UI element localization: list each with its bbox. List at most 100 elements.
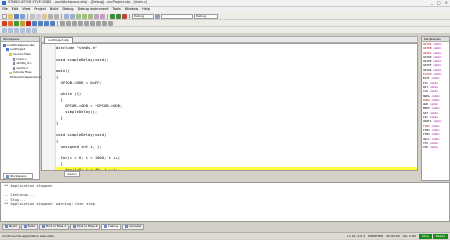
find-icon[interactable] — [64, 13, 69, 19]
memory-icon[interactable] — [66, 20, 71, 26]
save-all-icon[interactable] — [20, 13, 25, 19]
file-icon — [13, 62, 16, 66]
toolbar-views — [0, 27, 450, 34]
cascade-icon[interactable] — [20, 27, 25, 33]
menu-view[interactable]: View — [22, 7, 30, 11]
menu-debug[interactable]: Debug — [62, 7, 73, 11]
folder-icon — [9, 53, 12, 56]
output-panel[interactable]: ** Application stopped. -- Continue... -… — [0, 182, 450, 222]
registers-icon[interactable] — [72, 20, 77, 26]
paste-icon[interactable] — [42, 13, 47, 19]
tile-icon[interactable] — [26, 27, 31, 33]
output-view-icon[interactable] — [8, 27, 13, 33]
bookmark-icon[interactable] — [76, 13, 81, 19]
next-bookmark-icon[interactable] — [82, 13, 87, 19]
editor-tabs: main.c — [64, 171, 81, 177]
status-bar: Continue the application execution Ln 21… — [0, 232, 450, 239]
minimize-button[interactable]: _ — [431, 1, 433, 5]
dropdown-icon[interactable] — [155, 13, 160, 19]
stop-build-icon[interactable] — [122, 13, 127, 19]
stop-debug-icon[interactable] — [8, 20, 13, 26]
editor-window-title[interactable]: ourProject.stp — [44, 36, 73, 43]
tab-find-in-files-1[interactable]: Find in Files 1 — [38, 223, 70, 230]
app-icon — [2, 1, 6, 5]
peripherals-panel: Peripherals GPIOA <ahb> GPIOB <ahb> GPIOC … — [421, 36, 450, 181]
target-select[interactable] — [161, 13, 193, 19]
run-to-cursor-icon[interactable] — [50, 20, 55, 26]
unindent-icon[interactable] — [100, 13, 105, 19]
menu-project[interactable]: Project — [34, 7, 46, 11]
editor-window-bar: ourProject.stp — [41, 36, 418, 43]
cut-icon[interactable] — [30, 13, 35, 19]
step-over-icon[interactable] — [38, 20, 43, 26]
step-into-icon[interactable] — [32, 20, 37, 26]
menu-edit[interactable]: Edit — [12, 7, 19, 11]
break-icon[interactable] — [26, 20, 31, 26]
maximize-button[interactable]: □ — [437, 1, 441, 5]
reset-icon[interactable] — [20, 20, 25, 26]
close-button[interactable]: × — [445, 1, 448, 5]
fullscreen-icon[interactable] — [14, 27, 19, 33]
watch-icon[interactable] — [60, 20, 65, 26]
tab-debug[interactable]: Debug — [101, 223, 122, 230]
peripherals-icon[interactable] — [90, 20, 95, 26]
disassembly-icon[interactable] — [78, 20, 83, 26]
clock: 00:00:00 — [386, 233, 400, 238]
edit-mode: MODIFIED — [368, 233, 384, 238]
menu-tools[interactable]: Tools — [112, 7, 120, 11]
menu-file[interactable]: File — [2, 7, 8, 11]
rebuild-icon[interactable] — [116, 13, 121, 19]
file-icon — [13, 57, 16, 61]
code-line[interactable]: for(j=0; j < 40; j ++); — [56, 166, 417, 170]
start-debug-icon[interactable] — [2, 20, 7, 26]
redo-icon[interactable] — [54, 13, 59, 19]
project-icon — [6, 48, 9, 52]
workspace-tab-icon — [6, 174, 9, 178]
copy-icon[interactable] — [36, 13, 41, 19]
menu-debug-instrument[interactable]: Debug instrument — [78, 7, 109, 11]
code-editor[interactable]: #include "stm8s.h" void simpleDelay(void)… — [41, 43, 418, 171]
indent-icon[interactable] — [94, 13, 99, 19]
tab-console[interactable]: Console — [122, 223, 145, 230]
output-tabs: Build Tools Find in Files 1 Find in File… — [0, 222, 450, 231]
undo-icon[interactable] — [48, 13, 53, 19]
prev-bookmark-icon[interactable] — [88, 13, 93, 19]
menu-help[interactable]: Help — [142, 7, 150, 11]
variables-icon[interactable] — [102, 20, 107, 26]
stop-status-badge: Stop — [418, 233, 432, 239]
workspace-panel: Workspace ourWorkspace.stw ourProject So… — [0, 36, 45, 180]
open-folder-icon[interactable] — [8, 13, 13, 19]
title-bar: STM8CUSTOM STVP-GDBS - (ourWorkspace.stw… — [0, 0, 450, 7]
tab-build[interactable]: Build — [2, 223, 20, 230]
menu-window[interactable]: Window — [125, 7, 138, 11]
run-icon[interactable] — [14, 20, 19, 26]
trace-icon[interactable] — [108, 20, 113, 26]
step-out-icon[interactable] — [44, 20, 49, 26]
project-tree: ourWorkspace.stw ourProject Source Files… — [1, 42, 45, 80]
workspace-icon — [3, 43, 6, 47]
toolbar-standard: Debug Debug — [0, 13, 450, 20]
version: Ver. 5.00 — [402, 233, 416, 238]
menu-build[interactable]: Build — [50, 7, 59, 11]
call-stack-icon[interactable] — [84, 20, 89, 26]
find-in-files-icon[interactable] — [70, 13, 75, 19]
tree-item-external-deps[interactable]: External Dependencies — [3, 75, 45, 80]
line-gutter[interactable] — [42, 44, 56, 170]
ready-status-badge: Ready — [432, 233, 448, 239]
breakpoints-icon[interactable] — [96, 20, 101, 26]
window-title: STM8CUSTOM STVP-GDBS - (ourWorkspace.stw… — [8, 0, 148, 5]
config-select[interactable]: Debug — [132, 13, 154, 19]
register-row[interactable]: CPU <ahb> — [422, 145, 449, 149]
workspace-view-icon[interactable] — [2, 27, 7, 33]
build-icon[interactable] — [110, 13, 115, 19]
platform-select[interactable]: Debug — [194, 13, 218, 19]
close-window-icon[interactable] — [32, 27, 37, 33]
tab-find-in-files-2[interactable]: Find in Files 2 — [70, 223, 101, 230]
new-file-icon[interactable] — [2, 13, 7, 19]
tab-tools[interactable]: Tools — [20, 223, 38, 230]
tab-main-c[interactable]: main.c — [64, 171, 81, 177]
status-text: Continue the application execution — [2, 233, 55, 238]
tab-workspace[interactable]: Workspace — [3, 173, 33, 179]
save-icon[interactable] — [14, 13, 19, 19]
